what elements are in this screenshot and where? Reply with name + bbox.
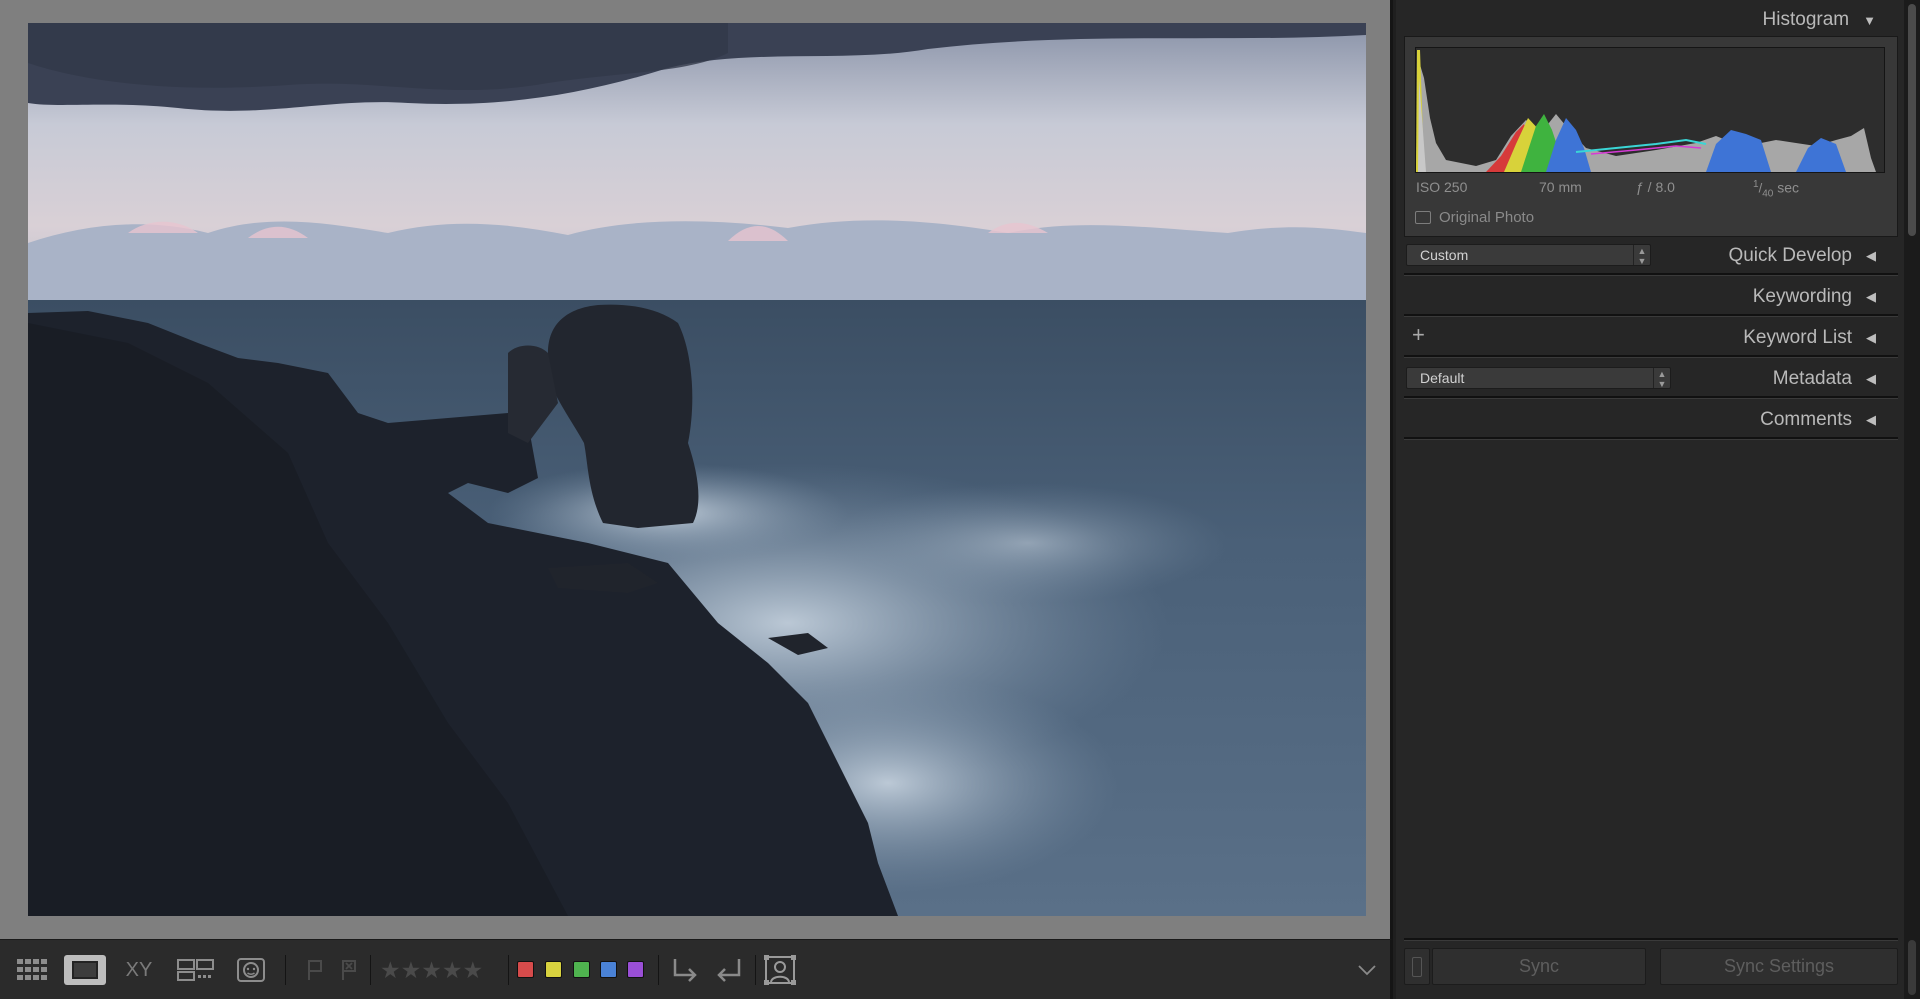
metadata-title: Metadata [1772,368,1852,389]
people-face-icon [237,958,265,982]
scrollbar-thumb[interactable] [1908,4,1916,236]
shutter-denominator: 40 [1762,188,1774,200]
metadata-preset-dropdown[interactable]: Default ▲ ▼ [1406,367,1671,389]
histogram-panel: ISO 250 70 mm ƒ / 8.0 1/40 sec Original … [1404,36,1898,237]
panel-divider [1404,273,1898,276]
draw-face-region-button[interactable] [762,954,798,986]
grid-view-button[interactable] [11,955,53,985]
grid-icon [17,959,47,980]
expand-triangle-icon: ◀ [1866,371,1876,386]
library-toolbar: XY ★★★★★ [0,939,1393,999]
loupe-view-button[interactable] [64,955,106,985]
panel-divider [1404,437,1898,440]
rotate-left-icon [673,959,697,982]
focal-length-value: 70 mm [1539,179,1582,195]
updown-arrows-icon: ▲ ▼ [1653,368,1670,389]
flag-icon [308,960,322,980]
right-panel: Histogram ▼ ISO 250 70 mm ƒ / 8.0 1/40 s… [1396,0,1904,999]
rotate-right-icon [717,959,741,982]
compare-xy-icon: XY [125,958,153,981]
quick-develop-preset-dropdown[interactable]: Custom ▲ ▼ [1406,244,1651,266]
histogram-header[interactable]: Histogram ▼ [1763,5,1876,35]
chevron-down-icon [1358,965,1376,976]
histogram-plot [1416,50,1876,172]
rotate-left-button[interactable] [668,954,704,986]
metadata-header[interactable]: Metadata ◀ [1773,364,1876,394]
panel-divider [1404,314,1898,317]
star-rating[interactable]: ★★★★★ [380,954,483,986]
comments-title: Comments [1760,409,1852,430]
iso-value: ISO 250 [1416,179,1468,195]
flag-pick-button[interactable] [300,954,330,986]
expand-triangle-icon: ◀ [1866,289,1876,304]
scrollbar-thumb-lower[interactable] [1908,940,1916,995]
toolbar-divider [370,955,371,985]
metadata-preset-value: Default [1420,370,1465,386]
keywording-title: Keywording [1752,286,1852,307]
expand-triangle-icon: ◀ [1866,248,1876,263]
comments-header[interactable]: Comments ◀ [1760,405,1876,435]
sync-settings-button[interactable]: Sync Settings [1660,948,1898,985]
people-view-button[interactable] [230,955,272,985]
keyword-list-header[interactable]: Keyword List ◀ [1743,323,1876,353]
color-label-purple[interactable] [627,961,644,978]
color-label-blue[interactable] [600,961,617,978]
sync-button[interactable]: Sync [1432,948,1646,985]
color-label-red[interactable] [517,961,534,978]
quick-develop-preset-value: Custom [1420,247,1469,263]
compare-view-button[interactable]: XY [118,955,160,985]
toolbar-divider [658,955,659,985]
reject-flag-icon [342,960,356,980]
flag-reject-button[interactable] [334,954,364,986]
original-photo-label: Original Photo [1439,209,1535,226]
expand-triangle-icon: ◀ [1866,330,1876,345]
survey-icon [177,959,214,981]
collapse-triangle-icon: ▼ [1863,12,1876,28]
sync-bar: Sync Sync Settings [1404,948,1898,988]
updown-arrows-icon: ▲ ▼ [1633,245,1650,266]
original-photo-checkbox[interactable] [1415,211,1431,224]
toolbar-divider [508,955,509,985]
face-region-icon [764,955,796,985]
shutter-unit: sec [1777,179,1799,196]
shutter-speed-value: 1/40 sec [1753,179,1799,200]
panel-divider [1404,355,1898,358]
expand-triangle-icon: ◀ [1866,412,1876,427]
panel-divider [1404,938,1898,941]
photo-image [28,23,1366,916]
loupe-view-area [0,0,1393,939]
aperture-value: ƒ / 8.0 [1636,179,1675,195]
histogram-graph[interactable] [1415,47,1885,173]
color-label-yellow[interactable] [545,961,562,978]
keywording-header[interactable]: Keywording ◀ [1753,282,1876,312]
toolbar-divider [755,955,756,985]
color-label-green[interactable] [573,961,590,978]
panel-divider [1404,396,1898,399]
main-photo[interactable] [28,23,1366,916]
rotate-right-button[interactable] [710,954,746,986]
toolbar-divider [285,955,286,985]
histogram-title: Histogram [1762,9,1850,30]
quick-develop-title: Quick Develop [1728,245,1852,266]
keyword-list-title: Keyword List [1743,327,1852,348]
loupe-icon [72,961,98,979]
switch-icon [1412,956,1422,977]
auto-sync-switch[interactable] [1404,948,1430,985]
right-panel-scrollbar[interactable] [1904,0,1920,999]
toolbar-content-menu-button[interactable] [1350,954,1384,986]
add-keyword-button[interactable]: + [1412,324,1425,346]
survey-view-button[interactable] [175,955,217,985]
quick-develop-header[interactable]: Quick Develop ◀ [1728,241,1876,271]
